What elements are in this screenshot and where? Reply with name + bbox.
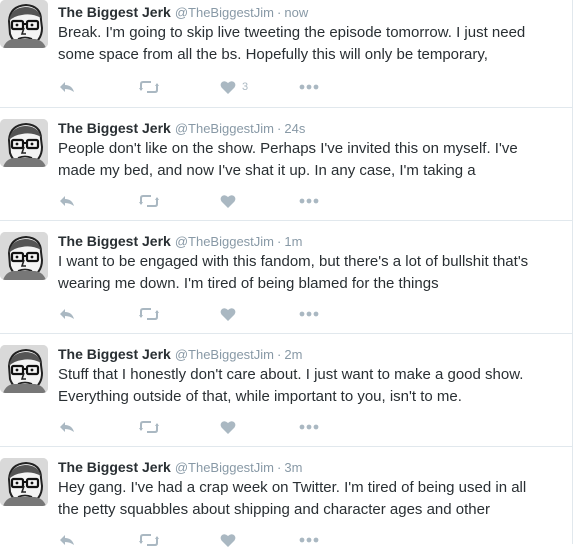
separator-dot: · bbox=[277, 347, 282, 362]
separator-dot: · bbox=[277, 5, 282, 20]
tweet[interactable]: The Biggest Jerk @TheBiggestJim · 3m Hey ga… bbox=[0, 447, 572, 560]
like-button[interactable] bbox=[220, 417, 242, 437]
timestamp[interactable]: 1m bbox=[284, 234, 302, 249]
username[interactable]: @TheBiggestJim bbox=[175, 347, 274, 362]
retweet-button[interactable] bbox=[138, 77, 160, 97]
like-count: 3 bbox=[242, 81, 249, 93]
tweet-actions bbox=[58, 417, 358, 437]
avatar[interactable] bbox=[0, 0, 48, 48]
retweet-button[interactable] bbox=[138, 191, 160, 211]
avatar[interactable] bbox=[0, 232, 48, 280]
like-button[interactable] bbox=[220, 304, 242, 324]
tweet-actions: 3 bbox=[58, 77, 358, 97]
tweet-text: Break. I'm going to skip live tweeting t… bbox=[58, 22, 564, 66]
tweet-text-line: made my bed, and now I've shat it up. In… bbox=[58, 162, 476, 179]
heart-icon bbox=[220, 307, 236, 322]
username[interactable]: @TheBiggestJim bbox=[175, 121, 274, 136]
tweet[interactable]: The Biggest Jerk @TheBiggestJim · 1m I want… bbox=[0, 221, 572, 334]
like-button[interactable] bbox=[220, 191, 242, 211]
tweet-header: The Biggest Jerk @TheBiggestJim · 1m bbox=[58, 231, 564, 251]
tweet-header: The Biggest Jerk @TheBiggestJim · 3m bbox=[58, 457, 564, 477]
tweet-actions bbox=[58, 304, 358, 324]
more-icon bbox=[299, 537, 319, 543]
retweet-button[interactable] bbox=[138, 417, 160, 437]
tweet-text-line: the petty squabbles about shipping and c… bbox=[58, 501, 490, 518]
tweet[interactable]: The Biggest Jerk @TheBiggestJim · 24s Peopl… bbox=[0, 108, 572, 221]
timestamp[interactable]: 3m bbox=[284, 460, 302, 475]
username[interactable]: @TheBiggestJim bbox=[175, 234, 274, 249]
avatar[interactable] bbox=[0, 458, 48, 506]
more-icon bbox=[299, 84, 319, 90]
reply-button[interactable] bbox=[58, 530, 76, 550]
display-name[interactable]: The Biggest Jerk bbox=[58, 4, 171, 20]
reply-button[interactable] bbox=[58, 191, 76, 211]
tweet-text-line: some space from all the bs. Hopefully th… bbox=[58, 46, 488, 63]
tweet-text: People don't like on the show. Perhaps I… bbox=[58, 138, 564, 182]
timestamp[interactable]: 2m bbox=[284, 347, 302, 362]
reply-icon bbox=[58, 79, 76, 95]
tweet-text: Hey gang. I've had a crap week on Twitte… bbox=[58, 477, 564, 521]
more-button[interactable] bbox=[299, 191, 319, 211]
separator-dot: · bbox=[277, 121, 282, 136]
timeline: The Biggest Jerk @TheBiggestJim · now Break… bbox=[0, 0, 573, 547]
heart-icon bbox=[220, 80, 236, 95]
more-button[interactable] bbox=[299, 77, 319, 97]
display-name[interactable]: The Biggest Jerk bbox=[58, 346, 171, 362]
retweet-button[interactable] bbox=[138, 304, 160, 324]
reply-icon bbox=[58, 193, 76, 209]
tweet-actions bbox=[58, 530, 358, 550]
more-button[interactable] bbox=[299, 417, 319, 437]
username[interactable]: @TheBiggestJim bbox=[175, 5, 274, 20]
tweet-header: The Biggest Jerk @TheBiggestJim · 24s bbox=[58, 118, 564, 138]
more-button[interactable] bbox=[299, 304, 319, 324]
tweet[interactable]: The Biggest Jerk @TheBiggestJim · now Break… bbox=[0, 0, 572, 108]
tweet-text-line: Stuff that I honestly don't care about. … bbox=[58, 366, 524, 383]
more-icon bbox=[299, 424, 319, 430]
tweet-text-line: People don't like on the show. Perhaps I… bbox=[58, 140, 518, 157]
heart-icon bbox=[220, 420, 236, 435]
separator-dot: · bbox=[277, 460, 282, 475]
tweet-text-line: wearing me down. I'm tired of being blam… bbox=[58, 275, 439, 292]
avatar[interactable] bbox=[0, 345, 48, 393]
tweet-text-line: Break. I'm going to skip live tweeting t… bbox=[58, 24, 526, 41]
tweet-header: The Biggest Jerk @TheBiggestJim · now bbox=[58, 2, 564, 22]
more-button[interactable] bbox=[299, 530, 319, 550]
like-button[interactable]: 3 bbox=[220, 77, 248, 97]
reply-button[interactable] bbox=[58, 417, 76, 437]
more-icon bbox=[299, 311, 319, 317]
retweet-icon bbox=[138, 79, 160, 95]
reply-icon bbox=[58, 532, 76, 548]
reply-button[interactable] bbox=[58, 304, 76, 324]
avatar[interactable] bbox=[0, 119, 48, 167]
more-icon bbox=[299, 198, 319, 204]
tweet-actions bbox=[58, 191, 358, 211]
display-name[interactable]: The Biggest Jerk bbox=[58, 233, 171, 249]
tweet-text: Stuff that I honestly don't care about. … bbox=[58, 364, 564, 408]
retweet-icon bbox=[138, 306, 160, 322]
like-button[interactable] bbox=[220, 530, 242, 550]
reply-icon bbox=[58, 306, 76, 322]
timestamp[interactable]: now bbox=[284, 5, 308, 20]
retweet-icon bbox=[138, 532, 160, 548]
tweet-text: I want to be engaged with this fandom, b… bbox=[58, 251, 564, 295]
heart-icon bbox=[220, 194, 236, 209]
tweet-header: The Biggest Jerk @TheBiggestJim · 2m bbox=[58, 344, 564, 364]
tweet[interactable]: The Biggest Jerk @TheBiggestJim · 2m Stuff … bbox=[0, 334, 572, 447]
display-name[interactable]: The Biggest Jerk bbox=[58, 459, 171, 475]
retweet-icon bbox=[138, 193, 160, 209]
retweet-button[interactable] bbox=[138, 530, 160, 550]
tweet-text-line: Hey gang. I've had a crap week on Twitte… bbox=[58, 479, 527, 496]
timestamp[interactable]: 24s bbox=[284, 121, 305, 136]
separator-dot: · bbox=[277, 234, 282, 249]
username[interactable]: @TheBiggestJim bbox=[175, 460, 274, 475]
reply-button[interactable] bbox=[58, 77, 76, 97]
display-name[interactable]: The Biggest Jerk bbox=[58, 120, 171, 136]
retweet-icon bbox=[138, 419, 160, 435]
reply-icon bbox=[58, 419, 76, 435]
tweet-text-line: Everything outside of that, while import… bbox=[58, 388, 462, 405]
heart-icon bbox=[220, 533, 236, 548]
tweet-text-line: I want to be engaged with this fandom, b… bbox=[58, 253, 529, 270]
